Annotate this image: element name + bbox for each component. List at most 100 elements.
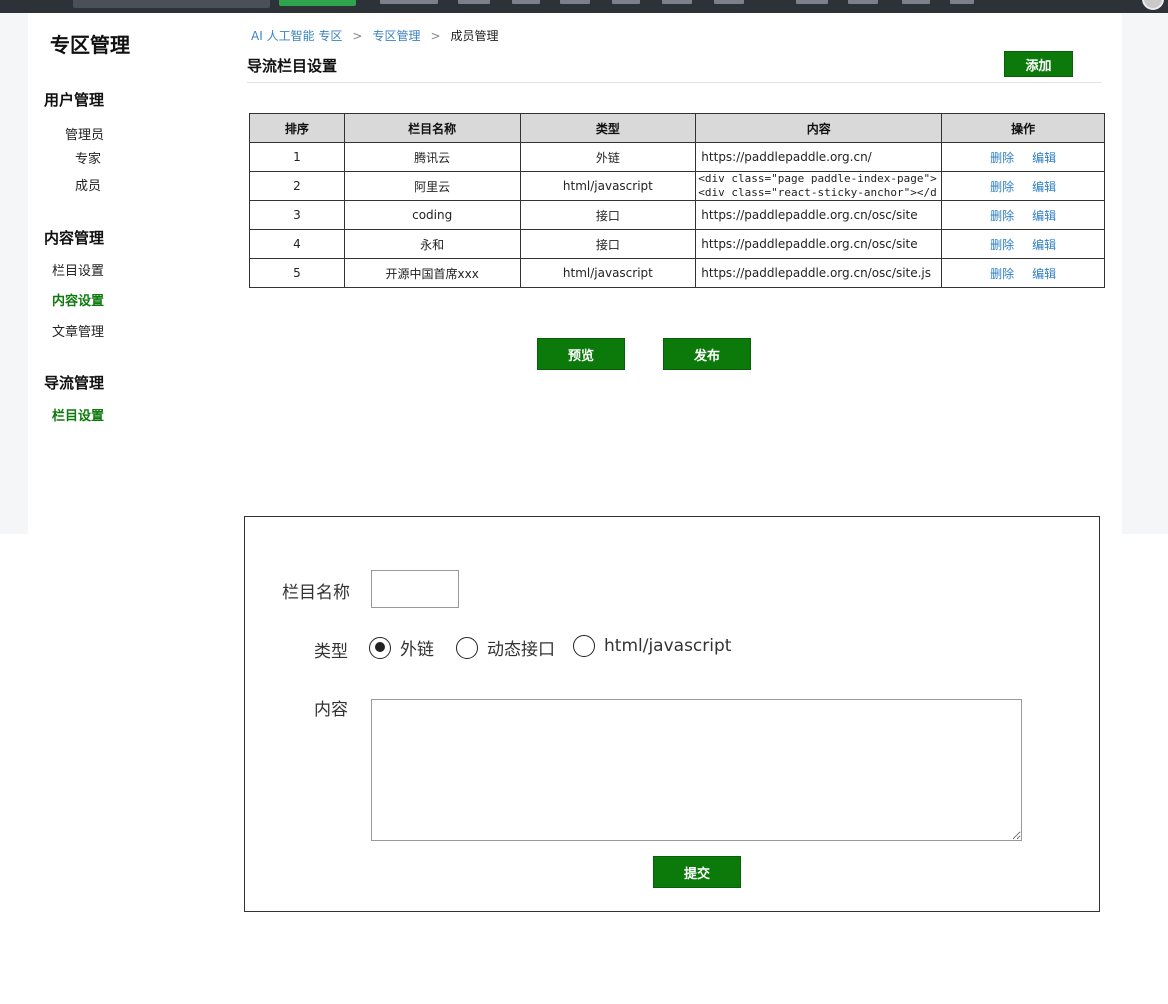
top-primary-button[interactable] [279, 0, 356, 6]
top-nav-item[interactable] [796, 0, 828, 4]
breadcrumb-link-zone-management[interactable]: 专区管理 [372, 27, 420, 44]
type-radio-dynamic-api[interactable]: 动态接口 [456, 635, 555, 660]
cell-order: 5 [249, 258, 345, 288]
column-header-content: 内容 [695, 113, 943, 143]
cell-name: coding [343, 200, 521, 230]
type-option-label: html/javascript [604, 636, 732, 656]
cell-name: 开源中国首席xxx [343, 258, 521, 288]
table-row: 4 永和 接口 https://paddlepaddle.org.cn/osc/… [249, 229, 1105, 259]
table-row: 2 阿里云 html/javascript <div class="page p… [249, 171, 1105, 201]
cell-content: <div class="page paddle-index-page"><div… [695, 171, 943, 201]
breadcrumb-link-ai-zone[interactable]: AI 人工智能 专区 [251, 27, 342, 44]
top-nav-item[interactable] [902, 0, 930, 4]
breadcrumb-current: 成员管理 [450, 29, 499, 43]
cell-name: 腾讯云 [343, 142, 521, 172]
top-nav-item[interactable] [714, 0, 744, 4]
cell-name: 永和 [343, 229, 521, 259]
content-textarea[interactable] [371, 699, 1022, 841]
cell-order: 3 [249, 200, 345, 230]
top-nav-item[interactable] [380, 0, 438, 4]
table-row: 5 开源中国首席xxx html/javascript https://padd… [249, 258, 1105, 288]
column-header-type: 类型 [519, 113, 697, 143]
cell-type: html/javascript [519, 171, 697, 201]
top-nav-item[interactable] [950, 0, 974, 4]
sidebar-group-traffic: 导流管理 [44, 374, 105, 392]
breadcrumb-separator-icon: > [352, 28, 363, 43]
radio-unchecked-icon [456, 636, 478, 659]
radio-checked-icon [369, 636, 391, 659]
sidebar-item-member[interactable]: 成员 [75, 175, 101, 194]
delete-link[interactable]: 删除 [990, 267, 1014, 281]
user-avatar[interactable] [1142, 0, 1164, 10]
column-header-name: 栏目名称 [343, 113, 521, 143]
delete-link[interactable]: 删除 [990, 180, 1014, 194]
cell-content: https://paddlepaddle.org.cn/osc/site.js [695, 258, 943, 288]
edit-link[interactable]: 编辑 [1032, 151, 1056, 165]
column-header-order: 排序 [249, 113, 345, 143]
type-radio-html-javascript[interactable]: html/javascript [573, 635, 731, 657]
preview-button[interactable]: 预览 [537, 338, 625, 370]
cell-type: 接口 [519, 200, 697, 230]
table-header-row: 排序 栏目名称 类型 内容 操作 [249, 113, 1105, 143]
delete-link[interactable]: 删除 [990, 151, 1014, 165]
table-row: 3 coding 接口 https://paddlepaddle.org.cn/… [249, 200, 1105, 230]
type-label: 类型 [314, 642, 348, 662]
cell-actions: 删除 编辑 [941, 142, 1105, 172]
sidebar-title: 专区管理 [50, 33, 130, 57]
add-button[interactable]: 添加 [1004, 51, 1073, 77]
cell-content-code: <div class="page paddle-index-page"><div… [698, 172, 937, 200]
cell-content: https://paddlepaddle.org.cn/osc/site [695, 229, 943, 259]
submit-button[interactable]: 提交 [653, 856, 741, 888]
cell-name: 阿里云 [343, 171, 521, 201]
divider [247, 82, 1102, 83]
cell-type: 外链 [519, 142, 697, 172]
column-name-input[interactable] [371, 570, 459, 608]
column-header-actions: 操作 [941, 113, 1105, 143]
radio-unchecked-icon [573, 635, 595, 657]
page-title: 导流栏目设置 [247, 57, 338, 75]
sidebar-group-content: 内容管理 [44, 229, 105, 247]
sidebar-item-content-settings[interactable]: 内容设置 [52, 290, 104, 309]
sidebar-item-column-settings[interactable]: 栏目设置 [52, 260, 104, 279]
cell-order: 4 [249, 229, 345, 259]
content-label: 内容 [314, 700, 348, 720]
top-nav-item[interactable] [560, 0, 590, 4]
sidebar-item-admin[interactable]: 管理员 [65, 124, 104, 143]
cell-actions: 删除 编辑 [941, 258, 1105, 288]
column-table: 排序 栏目名称 类型 内容 操作 1 腾讯云 外链 https://paddle… [249, 113, 1105, 288]
sidebar-item-expert[interactable]: 专家 [75, 148, 101, 167]
publish-button[interactable]: 发布 [663, 338, 751, 370]
delete-link[interactable]: 删除 [990, 238, 1014, 252]
edit-link[interactable]: 编辑 [1032, 180, 1056, 194]
cell-actions: 删除 编辑 [941, 229, 1105, 259]
delete-link[interactable]: 删除 [990, 209, 1014, 223]
cell-content: https://paddlepaddle.org.cn/ [695, 142, 943, 172]
sidebar-group-user: 用户管理 [44, 91, 105, 109]
column-name-label: 栏目名称 [282, 583, 350, 603]
edit-link[interactable]: 编辑 [1032, 238, 1056, 252]
global-search-input[interactable] [73, 0, 270, 8]
table-row: 1 腾讯云 外链 https://paddlepaddle.org.cn/ 删除… [249, 142, 1105, 172]
cell-actions: 删除 编辑 [941, 171, 1105, 201]
cell-type: 接口 [519, 229, 697, 259]
cell-content: https://paddlepaddle.org.cn/osc/site [695, 200, 943, 230]
top-nav-item[interactable] [458, 0, 490, 4]
edit-link[interactable]: 编辑 [1032, 267, 1056, 281]
edit-link[interactable]: 编辑 [1032, 209, 1056, 223]
top-nav-item[interactable] [512, 0, 540, 4]
column-form-panel: 栏目名称 类型 外链 动态接口 html/javascript 内容 提交 [244, 516, 1100, 912]
cell-order: 1 [249, 142, 345, 172]
top-nav-item[interactable] [848, 0, 878, 4]
type-radio-external-link[interactable]: 外链 [369, 635, 434, 660]
cell-actions: 删除 编辑 [941, 200, 1105, 230]
top-nav-item[interactable] [612, 0, 640, 4]
cell-type: html/javascript [519, 258, 697, 288]
breadcrumb: AI 人工智能 专区 > 专区管理 > 成员管理 [251, 27, 499, 44]
top-nav-item[interactable] [662, 0, 692, 4]
sidebar-item-article-management[interactable]: 文章管理 [52, 321, 104, 340]
type-option-label: 外链 [400, 640, 434, 660]
cell-order: 2 [249, 171, 345, 201]
breadcrumb-separator-icon: > [430, 28, 441, 43]
type-option-label: 动态接口 [487, 640, 555, 660]
sidebar-item-traffic-column-settings[interactable]: 栏目设置 [52, 405, 104, 424]
